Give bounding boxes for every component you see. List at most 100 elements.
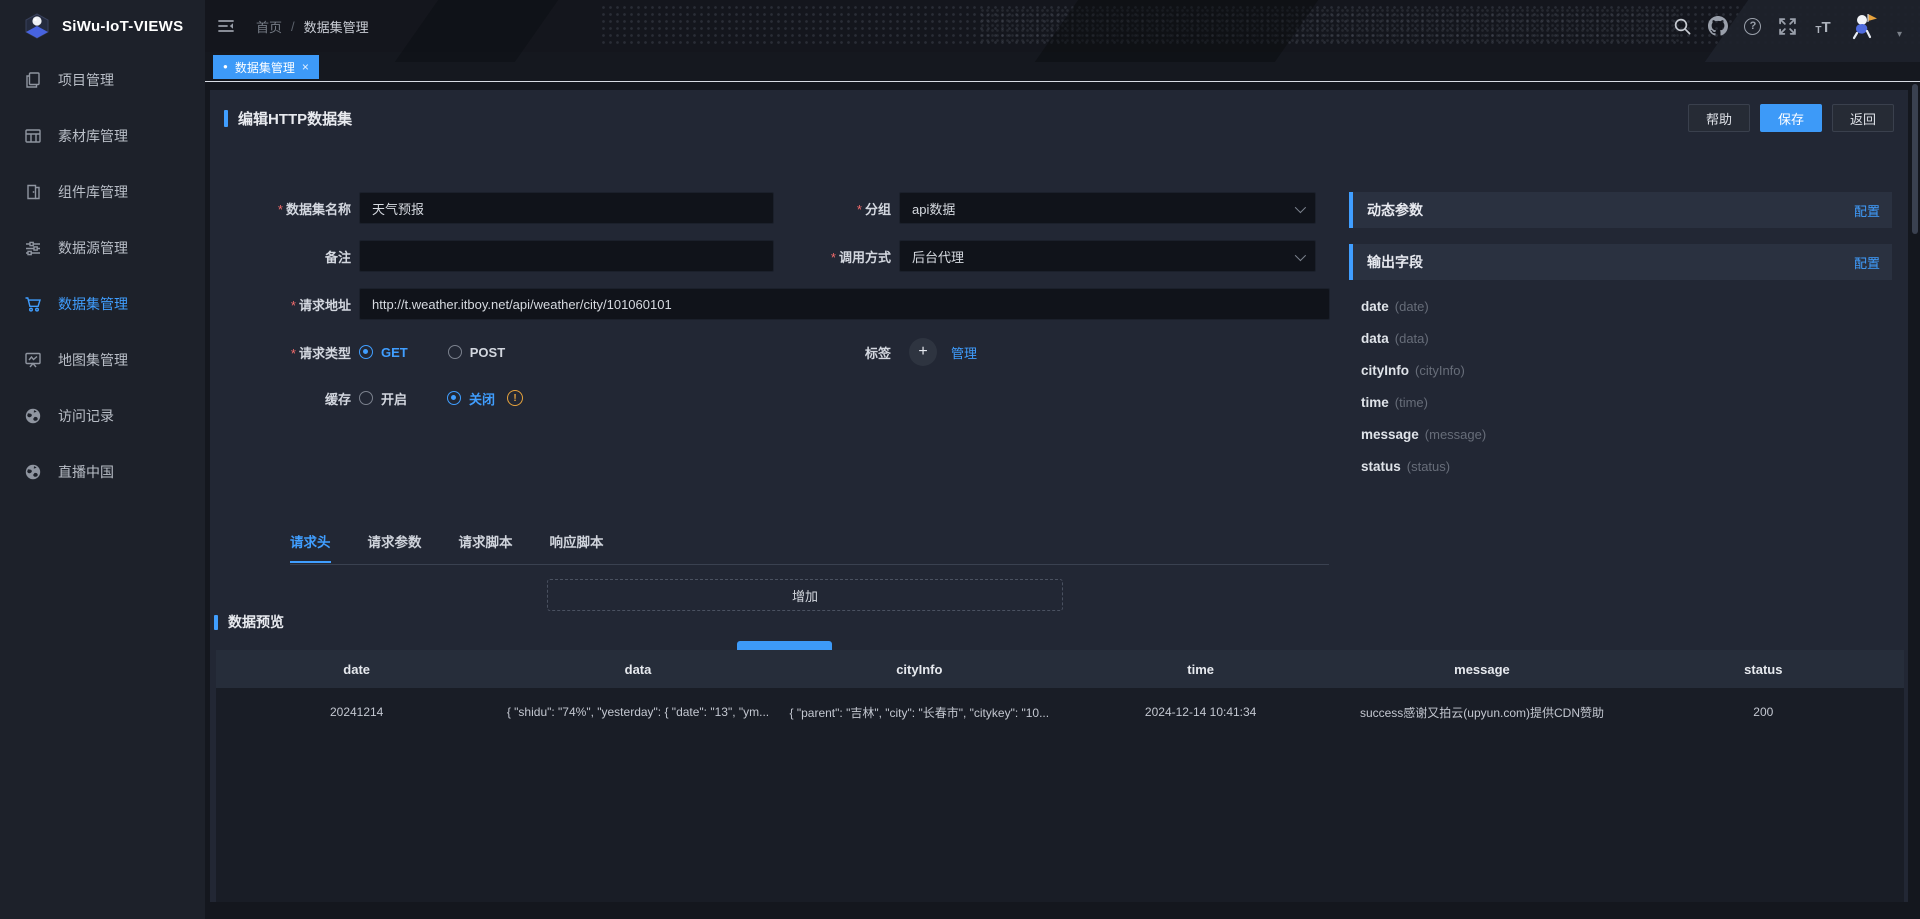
sidebar-item-project[interactable]: 项目管理 [0,52,205,108]
sidebar-item-component-library[interactable]: 组件库管理 [0,164,205,220]
tab-request-script[interactable]: 请求脚本 [459,531,513,563]
page-title-row: 编辑HTTP数据集 帮助 保存 返回 [224,104,1894,132]
data-preview-title: 数据预览 [214,612,284,632]
avatar[interactable] [1848,9,1882,43]
breadcrumb-home[interactable]: 首页 [256,17,282,36]
request-type-label: *请求类型 [210,343,351,362]
invoke-mode-select-value: 后台代理 [912,247,964,266]
collapse-menu-icon[interactable] [216,16,236,36]
radio-cache-off-label: 关闭 [469,389,495,408]
grid-icon [24,127,42,145]
request-subtabs: 请求头 请求参数 请求脚本 响应脚本 [290,531,604,563]
sidebar-item-label: 数据源管理 [58,238,128,258]
page-actions: 帮助 保存 返回 [1688,104,1894,132]
form-row-invoke-mode: *调用方式 后台代理 [750,240,1316,272]
required-mark: * [278,202,283,217]
search-icon[interactable] [1673,16,1693,36]
sidebar-item-dataset[interactable]: 数据集管理 [0,276,205,332]
chevron-down-icon [1295,250,1306,261]
cell-data: { "shidu": "74%", "yesterday": { "date":… [497,688,778,736]
group-select-value: api数据 [912,199,955,218]
tab-request-params[interactable]: 请求参数 [368,531,422,563]
cell-message: success感谢又拍云(upyun.com)提供CDN赞助 [1341,688,1622,736]
copy-icon [24,71,42,89]
form-row-remark: 备注 [210,240,774,272]
back-button[interactable]: 返回 [1832,104,1894,132]
tab-response-script[interactable]: 响应脚本 [550,531,604,563]
title-accent-bar [214,615,218,630]
form-row-request-url: *请求地址 [210,288,1330,320]
sidebar-item-access-log[interactable]: 访问记录 [0,388,205,444]
sidebar-item-label: 数据集管理 [58,294,128,314]
github-icon[interactable] [1708,16,1728,36]
sidebar-item-map-library[interactable]: 地图集管理 [0,332,205,388]
radio-dot-icon [359,345,373,359]
tab-close-icon[interactable]: × [302,60,309,74]
column-header: date [216,650,497,688]
tab-label: 数据集管理 [235,59,295,76]
radio-post[interactable]: POST [448,345,505,360]
app-logo-icon [22,11,52,41]
tab-dataset-management[interactable]: ● 数据集管理 × [213,55,319,79]
fullscreen-icon[interactable] [1778,16,1798,36]
manage-tags-link[interactable]: 管理 [951,343,977,362]
sidebar-item-material-library[interactable]: 素材库管理 [0,108,205,164]
globe-icon [24,407,42,425]
scrollbar-thumb[interactable] [1912,84,1918,234]
dataset-name-input[interactable] [359,192,774,224]
add-header-button[interactable]: 增加 [547,579,1063,611]
app-title: SiWu-IoT-VIEWS [62,18,183,35]
remark-input[interactable] [359,240,774,272]
required-mark: * [857,202,862,217]
sidebar-item-datasource[interactable]: 数据源管理 [0,220,205,276]
radio-dot-icon [448,345,462,359]
cache-label: 缓存 [210,389,351,408]
params-panel: 动态参数 配置 输出字段 配置 date (date) data (data) … [1349,192,1892,482]
output-field-item: data (data) [1361,322,1892,354]
form-row-request-type: *请求类型 GET POST [210,336,505,368]
help-icon[interactable]: ? [1743,16,1763,36]
user-menu-caret-icon[interactable]: ▾ [1897,29,1902,40]
font-size-icon[interactable]: TT [1813,16,1833,36]
output-fields-list: date (date) data (data) cityInfo (cityIn… [1349,280,1892,482]
tab-request-headers[interactable]: 请求头 [290,531,331,563]
radio-post-label: POST [470,345,505,360]
dynamic-params-title: 动态参数 [1367,200,1423,220]
page-title-text: 编辑HTTP数据集 [238,108,352,129]
invoke-mode-select[interactable]: 后台代理 [899,240,1316,272]
breadcrumb-separator: / [291,19,295,34]
add-tag-button[interactable]: + [909,338,937,366]
radio-dot-icon [447,391,461,405]
dynamic-params-header: 动态参数 配置 [1349,192,1892,228]
subtabs-divider [290,564,1329,565]
invoke-mode-label: *调用方式 [750,247,891,266]
group-select[interactable]: api数据 [899,192,1316,224]
output-field-item: status (status) [1361,450,1892,482]
tag-label: 标签 [750,343,891,362]
request-url-input[interactable] [359,288,1330,320]
help-button[interactable]: 帮助 [1688,104,1750,132]
output-fields-config-link[interactable]: 配置 [1854,253,1880,272]
output-fields-title: 输出字段 [1367,252,1423,272]
breadcrumb: 首页 / 数据集管理 [256,0,369,52]
font-size-big-glyph: T [1821,19,1830,36]
cell-status: 200 [1623,688,1904,736]
tab-active-dot-icon: ● [223,63,228,71]
radio-cache-on[interactable]: 开启 [359,389,407,408]
column-header: status [1623,650,1904,688]
main-panel: 编辑HTTP数据集 帮助 保存 返回 *数据集名称 *分组 api数据 备注 *… [210,90,1908,902]
radio-get[interactable]: GET [359,345,408,360]
globe-icon [24,463,42,481]
table-row: 20241214 { "shidu": "74%", "yesterday": … [216,688,1904,736]
cell-cityinfo: { "parent": "吉林", "city": "长春市", "cityke… [779,688,1060,736]
data-preview-title-text: 数据预览 [228,612,284,632]
dynamic-params-config-link[interactable]: 配置 [1854,201,1880,220]
radio-get-label: GET [381,345,408,360]
radio-cache-off[interactable]: 关闭 [447,389,495,408]
column-header: time [1060,650,1341,688]
output-field-item: cityInfo (cityInfo) [1361,354,1892,386]
page-title: 编辑HTTP数据集 [224,108,352,129]
form-row-tag: 标签 + 管理 [750,336,977,368]
save-button[interactable]: 保存 [1760,104,1822,132]
sidebar-item-live-china[interactable]: 直播中国 [0,444,205,500]
